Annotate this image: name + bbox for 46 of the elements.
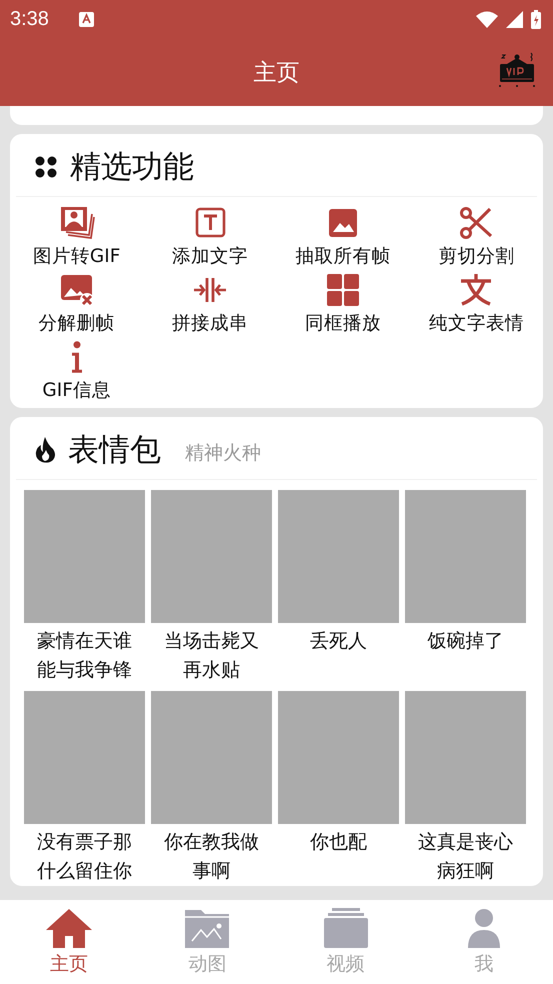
grid-icon — [325, 272, 362, 308]
home-icon — [45, 908, 94, 948]
battery-icon — [531, 10, 541, 28]
sticker-thumbnail[interactable] — [151, 691, 272, 824]
sticker-caption: 豪情在天谁能与我争锋 — [36, 629, 133, 683]
grid-dots-icon — [34, 155, 58, 179]
scissors-icon — [458, 205, 494, 241]
sticker-caption: 你在教我做事啊 — [163, 830, 260, 884]
signal-icon — [506, 10, 523, 28]
sticker-caption: 饭碗掉了 — [426, 629, 504, 654]
section-title: 表情包 — [68, 431, 161, 470]
sticker-caption: 没有票子那什么留住你 — [36, 830, 133, 884]
section-subtitle: 精神火种 — [185, 441, 261, 466]
sticker-thumbnail[interactable] — [405, 490, 526, 623]
vip-sign-icon[interactable] — [497, 52, 537, 88]
feature-item[interactable]: 拼接成串 — [143, 272, 276, 335]
photos-icon — [58, 205, 95, 241]
feature-item[interactable]: 剪切分割 — [410, 205, 543, 268]
image-delete-icon — [58, 272, 95, 308]
sticker-thumbnail[interactable] — [278, 490, 399, 623]
sticker-caption: 你也配 — [309, 830, 368, 855]
image-folder-icon — [183, 908, 232, 948]
sticker-thumbnail[interactable] — [405, 691, 526, 824]
video-stack-icon — [322, 908, 370, 948]
sticker-thumbnail[interactable] — [151, 490, 272, 623]
feature-item[interactable]: GIF信息 — [10, 339, 144, 402]
status-time: 3:38 — [10, 8, 49, 30]
sticker-thumbnail[interactable] — [24, 490, 145, 623]
sticker-thumbnail[interactable] — [278, 691, 399, 824]
notification-icon — [78, 12, 94, 26]
page-title: 主页 — [254, 58, 300, 88]
sticker-caption: 当场击毙又再水贴 — [163, 629, 260, 683]
flame-icon — [34, 437, 56, 463]
sticker-caption: 丢死人 — [309, 629, 368, 654]
sticker-caption: 这真是丧心病狂啊 — [417, 830, 514, 884]
wifi-icon — [476, 10, 498, 28]
feature-item[interactable]: 纯文字表情 — [410, 272, 543, 335]
feature-item[interactable]: 分解删帧 — [10, 272, 144, 335]
section-title: 精选功能 — [70, 148, 194, 187]
info-icon — [72, 341, 82, 373]
sticker-thumbnail[interactable] — [24, 691, 145, 824]
feature-item[interactable]: 图片转GIF — [10, 205, 144, 268]
nav-tab[interactable]: 主页 — [19, 908, 120, 976]
feature-item[interactable]: 添加文字 — [143, 205, 276, 268]
feature-item[interactable]: 抽取所有帧 — [276, 205, 410, 268]
feature-item[interactable]: 同框播放 — [276, 272, 410, 335]
